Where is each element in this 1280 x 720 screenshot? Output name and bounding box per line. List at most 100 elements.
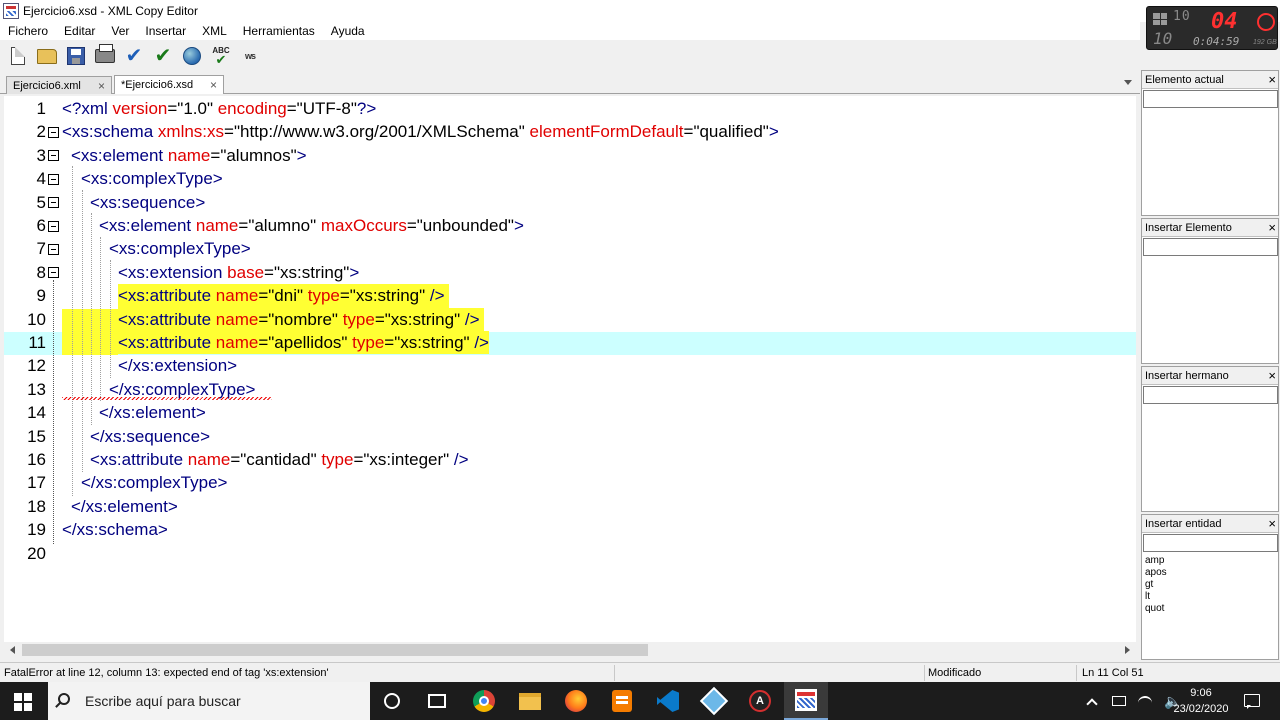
code-line-8: <xs:extension base="xs:string"> <box>118 262 360 282</box>
scroll-left-icon[interactable] <box>10 646 15 654</box>
menu-insertar[interactable]: Insertar <box>137 22 194 40</box>
fold-toggle-icon[interactable] <box>48 197 59 209</box>
code-line-14: </xs:element> <box>99 403 206 423</box>
close-icon[interactable]: × <box>1268 219 1276 237</box>
list-item[interactable]: amp <box>1145 555 1275 567</box>
indent-guide <box>110 260 111 378</box>
fold-guide-line <box>53 280 54 544</box>
battery-icon[interactable] <box>1112 696 1126 706</box>
open-folder-icon <box>37 48 57 64</box>
close-icon[interactable]: × <box>1268 515 1276 533</box>
menu-fichero[interactable]: Fichero <box>0 22 56 40</box>
code-line-17: </xs:complexType> <box>81 473 228 493</box>
browser-button[interactable] <box>180 44 204 68</box>
insert-element-field[interactable] <box>1143 238 1278 256</box>
tab-ejercicio6-xml[interactable]: Ejercicio6.xml × <box>6 76 112 94</box>
horizontal-scrollbar[interactable] <box>4 642 1136 658</box>
scroll-right-icon[interactable] <box>1125 646 1130 654</box>
indent-guide <box>82 190 83 472</box>
line-number: 19 <box>27 520 46 540</box>
record-button-icon[interactable] <box>1257 13 1275 31</box>
spellcheck-button[interactable]: ABC ✔ <box>209 44 233 68</box>
save-icon <box>67 47 85 65</box>
a-app-button[interactable]: A <box>738 682 782 720</box>
line-number: 20 <box>27 543 46 563</box>
file-explorer-button[interactable] <box>508 682 552 720</box>
windows-start-icon[interactable] <box>14 693 32 711</box>
menu-ver[interactable]: Ver <box>103 22 137 40</box>
fold-toggle-icon[interactable] <box>48 127 59 138</box>
tab-ejercicio6-xsd[interactable]: *Ejercicio6.xsd × <box>114 75 224 94</box>
pane-header: Elemento actual × <box>1142 71 1278 89</box>
windows-taskbar: Escribe aquí para buscar A 🔈 9:06 23/02/… <box>0 682 1280 720</box>
vscode-button[interactable] <box>646 682 690 720</box>
cube-app-button[interactable] <box>692 682 736 720</box>
close-icon[interactable]: × <box>98 79 105 93</box>
insert-element-pane: Insertar Elemento × <box>1141 218 1279 364</box>
menu-xml[interactable]: XML <box>194 22 235 40</box>
current-element-field[interactable] <box>1143 90 1278 108</box>
scrollbar-thumb[interactable] <box>22 644 648 656</box>
insert-entity-pane: Insertar entidad × amp apos gt lt quot <box>1141 514 1279 660</box>
line-number: 8 <box>36 262 46 282</box>
validate-button[interactable]: ✔ <box>151 44 175 68</box>
code-editor[interactable]: 1 2 3 4 5 6 7 8 9 10 11 12 13 14 15 16 1… <box>4 96 1136 644</box>
task-view-button[interactable] <box>415 682 459 720</box>
close-icon[interactable]: × <box>1268 367 1276 385</box>
taskbar-search-box[interactable]: Escribe aquí para buscar <box>48 682 370 720</box>
insert-sibling-field[interactable] <box>1143 386 1278 404</box>
a-app-icon: A <box>749 690 771 712</box>
insert-entity-field[interactable] <box>1143 534 1278 552</box>
fold-toggle-icon[interactable] <box>48 244 59 255</box>
list-item[interactable]: apos <box>1145 567 1275 579</box>
pane-header: Insertar hermano × <box>1142 367 1278 385</box>
list-item[interactable]: lt <box>1145 591 1275 603</box>
network-icon[interactable] <box>1138 696 1152 706</box>
notifications-icon[interactable] <box>1244 694 1260 709</box>
entity-list: amp apos gt lt quot <box>1142 552 1278 618</box>
title-bar: Ejercicio6.xsd - XML Copy Editor <box>0 0 1280 22</box>
code-line-6: <xs:element name="alumno" maxOccurs="unb… <box>99 216 524 235</box>
code-line-9: <xs:attribute name="dni" type="xs:string… <box>118 284 450 308</box>
file-explorer-icon <box>519 692 541 710</box>
xml-copy-editor-taskbar-button[interactable] <box>784 682 828 720</box>
list-item[interactable]: quot <box>1145 603 1275 615</box>
fold-toggle-icon[interactable] <box>48 150 59 162</box>
firefox-button[interactable] <box>554 682 598 720</box>
menu-ayuda[interactable]: Ayuda <box>323 22 373 40</box>
status-modified: Modificado <box>928 667 982 679</box>
list-item[interactable]: gt <box>1145 579 1275 591</box>
sublime-text-button[interactable] <box>600 682 644 720</box>
new-document-button[interactable] <box>6 44 30 68</box>
fold-toggle-icon[interactable] <box>48 267 59 279</box>
code-line-12: </xs:extension> <box>118 356 238 376</box>
chrome-button[interactable] <box>462 682 506 720</box>
print-button[interactable] <box>93 44 117 68</box>
code-line-18: </xs:element> <box>71 496 178 516</box>
recorder-counter: 04 <box>1211 9 1238 34</box>
word-wrap-button[interactable]: ws <box>238 44 262 68</box>
save-button[interactable] <box>64 44 88 68</box>
fold-toggle-icon[interactable] <box>48 173 59 185</box>
taskbar-clock[interactable]: 9:06 23/02/2020 <box>1168 685 1234 717</box>
menu-herramientas[interactable]: Herramientas <box>235 22 323 40</box>
close-icon[interactable]: × <box>1268 71 1276 89</box>
browser-icon <box>183 47 201 65</box>
recorder-disk: 192 GB <box>1253 39 1277 46</box>
line-number: 9 <box>36 286 46 306</box>
screen-recorder-widget: 10 04 10 0:04:59 192 GB <box>1146 6 1278 50</box>
fold-toggle-icon[interactable] <box>48 220 59 232</box>
tab-label: Ejercicio6.xml <box>13 79 81 92</box>
cortana-button[interactable] <box>370 682 414 720</box>
chrome-icon <box>473 690 495 712</box>
check-well-formed-button[interactable]: ✔ <box>122 44 146 68</box>
menu-editar[interactable]: Editar <box>56 22 103 40</box>
error-squiggle <box>62 397 272 400</box>
close-icon[interactable]: × <box>210 78 217 92</box>
show-hidden-icons-icon[interactable] <box>1086 698 1098 710</box>
tab-list-dropdown-icon[interactable] <box>1124 80 1132 85</box>
line-number: 13 <box>27 379 46 399</box>
open-button[interactable] <box>35 44 59 68</box>
code-line-1: <?xml version="1.0" encoding="UTF-8"?> <box>62 99 377 118</box>
status-divider <box>924 665 925 681</box>
